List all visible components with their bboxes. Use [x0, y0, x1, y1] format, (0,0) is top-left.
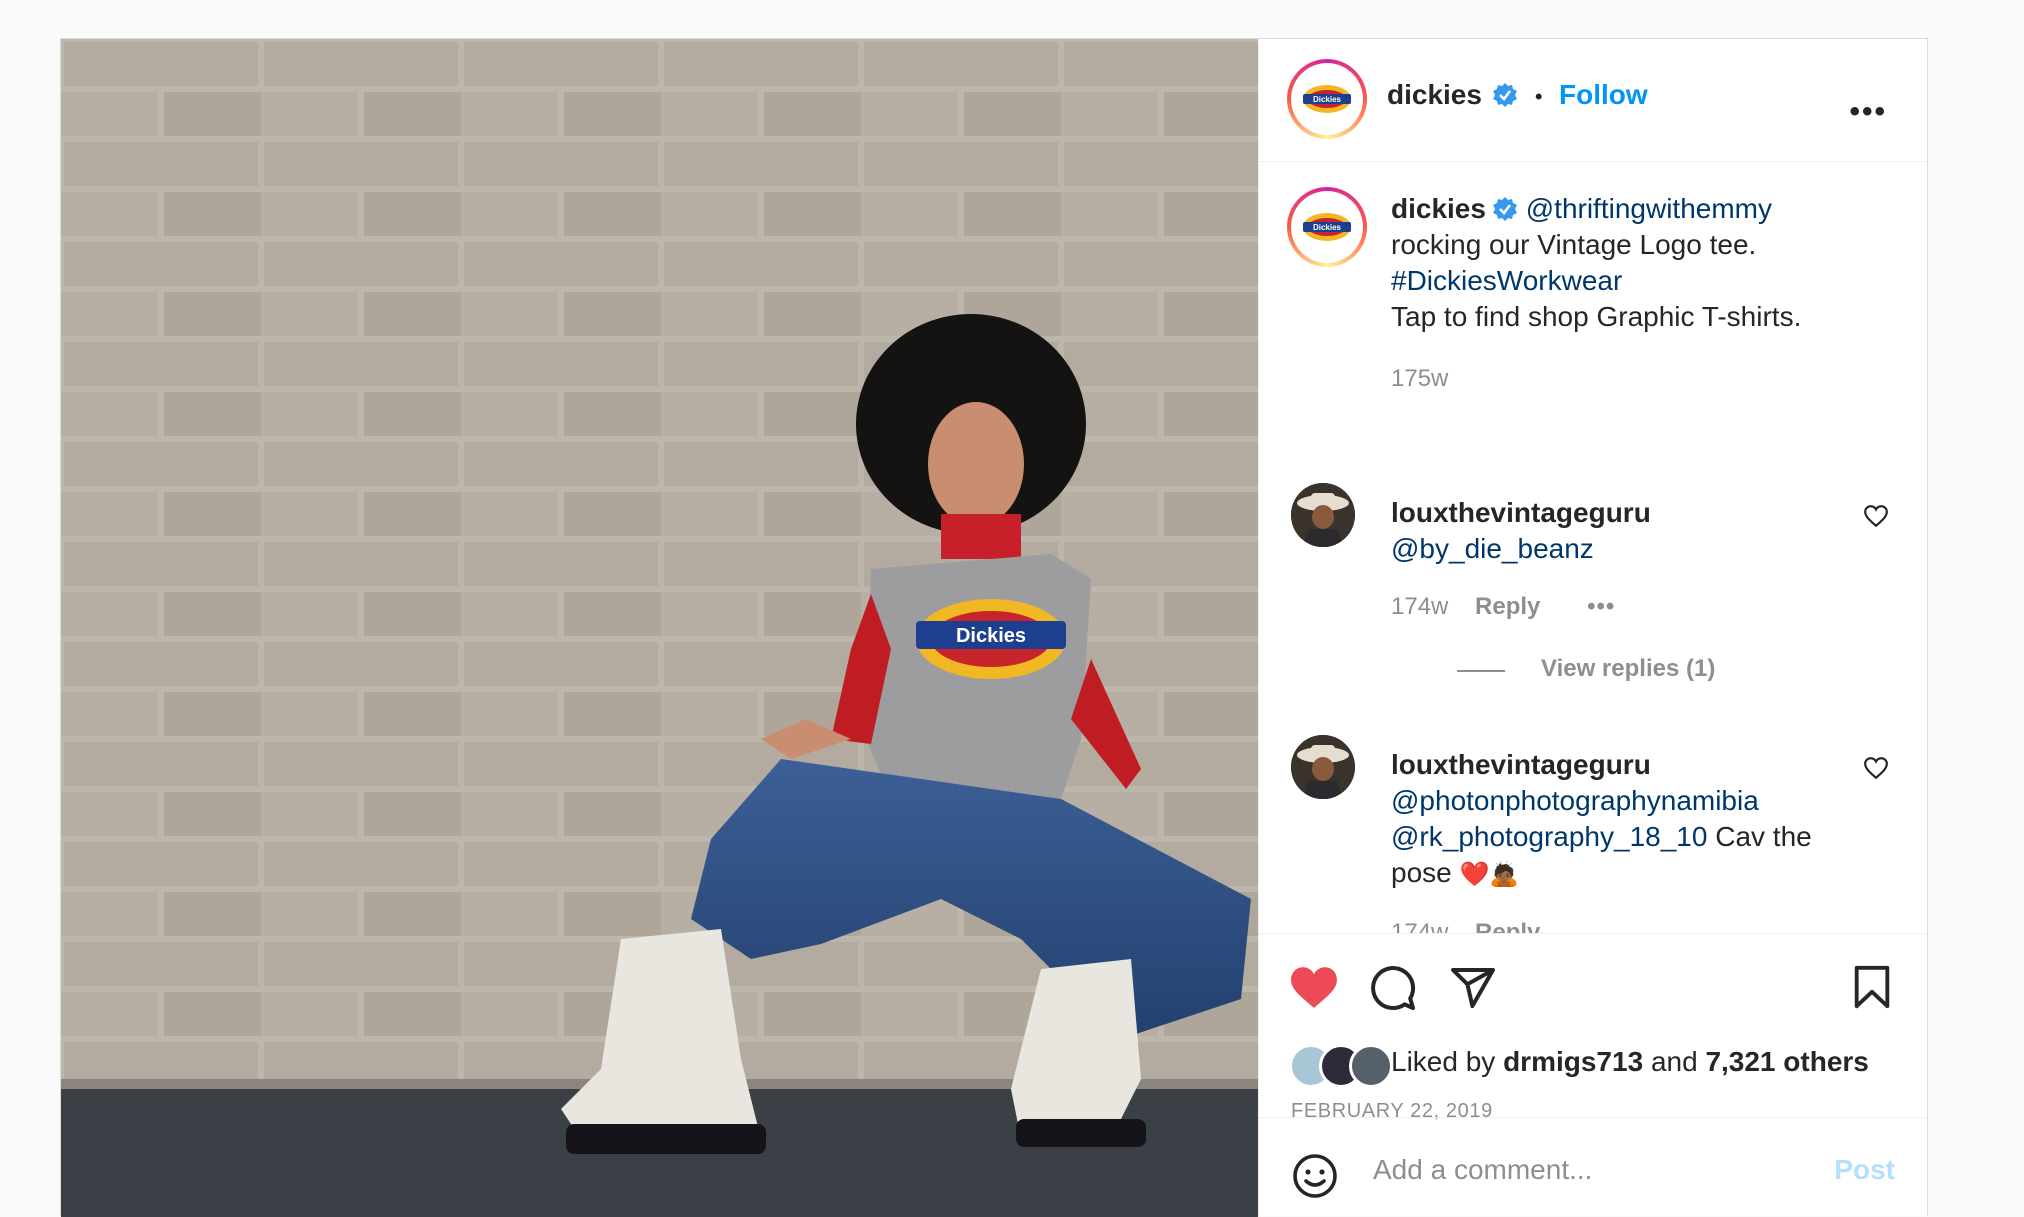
comment-2-mention-2[interactable]: @rk_photography_18_10	[1391, 821, 1707, 852]
post-comment-button[interactable]: Post	[1834, 1154, 1895, 1186]
comment-2-avatar[interactable]	[1291, 735, 1355, 799]
comment-2-text-2: pose	[1391, 857, 1452, 888]
comment-2-username[interactable]: louxthevintageguru	[1391, 749, 1651, 780]
avatar-image	[1291, 735, 1355, 799]
logo-text: Dickies	[1313, 95, 1342, 104]
liked-by-user[interactable]: drmigs713	[1503, 1046, 1643, 1077]
comment-2-age[interactable]: 174w	[1391, 919, 1448, 933]
post-photo[interactable]: Dickies	[61, 39, 1258, 1217]
comment-1-username[interactable]: louxthevintageguru	[1391, 497, 1651, 528]
caption-avatar[interactable]: Dickies	[1287, 187, 1367, 267]
comment-2-meta: 174w Reply	[1391, 915, 1911, 933]
caption-age[interactable]: 175w	[1391, 361, 1911, 397]
comment-1-like-heart-icon[interactable]	[1863, 503, 1889, 529]
post-card: Dickies Dickies dickies • Follow ••• Dic…	[60, 38, 1928, 1217]
comment-2-text: Cav the	[1715, 821, 1812, 852]
photo-illustration: Dickies	[61, 39, 1258, 1217]
comment-2-like-heart-icon[interactable]	[1863, 755, 1889, 781]
comment-2-mention-1[interactable]: @photonphotographynamibia	[1391, 785, 1759, 816]
view-replies-line	[1457, 670, 1505, 672]
avatar-image	[1291, 483, 1355, 547]
add-comment-input[interactable]: Add a comment...	[1373, 1154, 1592, 1186]
shirt-logo-text: Dickies	[956, 625, 1026, 647]
liked-by-others[interactable]: 7,321 others	[1705, 1046, 1868, 1077]
like-heart-icon[interactable]	[1289, 964, 1339, 1010]
likes-summary: Liked by drmigs713 and 7,321 others	[1391, 1046, 1869, 1078]
comment-1-mention[interactable]: @by_die_beanz	[1391, 533, 1594, 564]
caption: dickies @thriftingwithemmy rocking our V…	[1391, 191, 1911, 397]
caption-mention[interactable]: @thriftingwithemmy	[1526, 193, 1772, 224]
more-options-button[interactable]: •••	[1849, 95, 1887, 129]
comment-2-emoji: ❤️	[1459, 861, 1490, 888]
liked-by-avatars[interactable]	[1289, 1044, 1393, 1088]
emoji-icon[interactable]	[1291, 1152, 1339, 1200]
verified-icon	[1493, 83, 1518, 107]
liked-by-and: and	[1650, 1046, 1698, 1077]
author-username[interactable]: dickies	[1387, 79, 1482, 110]
bookmark-icon[interactable]	[1851, 964, 1893, 1010]
liker-avatar-3	[1349, 1044, 1393, 1088]
share-icon[interactable]	[1449, 964, 1497, 1012]
comment-1: louxthevintageguru @by_die_beanz 174w Re…	[1391, 495, 1651, 625]
comments-section: Dickies dickies @thriftingwithemmy rocki…	[1259, 161, 1927, 933]
dickies-logo: Dickies	[1299, 199, 1355, 255]
comment-1-reply-button[interactable]: Reply	[1475, 593, 1540, 620]
header-title-row: dickies • Follow	[1387, 79, 1648, 111]
caption-line-3: Tap to find shop Graphic T-shirts.	[1391, 301, 1802, 332]
author-avatar[interactable]: Dickies	[1287, 59, 1367, 139]
add-comment-bar: Add a comment... Post	[1259, 1117, 1927, 1216]
post-side-panel: Dickies dickies • Follow ••• Dickies dic…	[1258, 39, 1927, 1216]
comment-1-avatar[interactable]	[1291, 483, 1355, 547]
comment-icon[interactable]	[1369, 964, 1417, 1012]
liked-by-prefix: Liked by	[1391, 1046, 1496, 1077]
caption-hashtag[interactable]: #DickiesWorkwear	[1391, 265, 1622, 296]
comment-1-age[interactable]: 174w	[1391, 593, 1448, 620]
dickies-logo: Dickies	[1299, 71, 1355, 127]
post-header: Dickies dickies • Follow •••	[1259, 39, 1927, 162]
caption-username[interactable]: dickies	[1391, 193, 1486, 224]
comment-2-emoji-2: 🙇🏾	[1489, 861, 1520, 888]
header-separator: •	[1534, 84, 1543, 109]
logo-text: Dickies	[1313, 223, 1342, 232]
comment-1-meta: 174w Reply •••	[1391, 589, 1651, 625]
comment-1-more-button[interactable]: •••	[1587, 593, 1615, 620]
comment-2: louxthevintageguru @photonphotographynam…	[1391, 747, 1911, 933]
comment-2-reply-button[interactable]: Reply	[1475, 919, 1540, 933]
view-replies-button[interactable]: View replies (1)	[1541, 655, 1715, 683]
caption-line-1: rocking our Vintage Logo tee.	[1391, 229, 1757, 260]
verified-icon	[1492, 197, 1517, 221]
follow-button[interactable]: Follow	[1559, 79, 1648, 110]
